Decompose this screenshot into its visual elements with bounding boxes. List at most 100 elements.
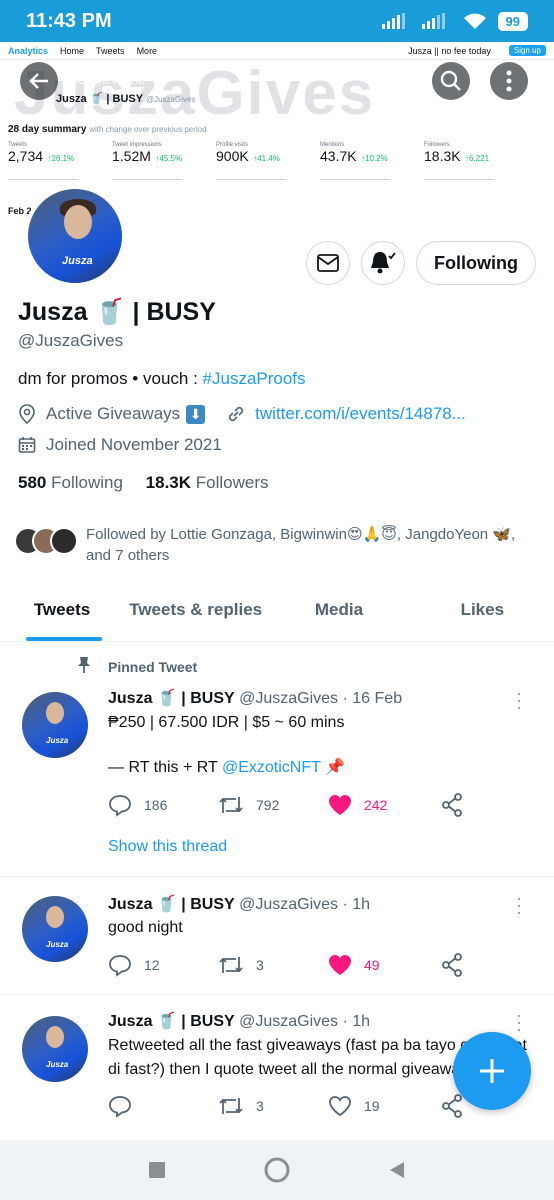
recents-square-icon[interactable] xyxy=(148,1161,166,1179)
tab-likes[interactable]: Likes xyxy=(411,590,554,641)
share-button[interactable] xyxy=(440,953,464,977)
battery-indicator: 99 xyxy=(497,11,528,31)
search-button[interactable] xyxy=(432,62,470,100)
share-button[interactable] xyxy=(440,793,464,817)
analytics-profile: Jusza 🥤 | BUSY @JuszaGives xyxy=(56,92,195,105)
calendar-icon xyxy=(18,436,36,454)
back-arrow-icon xyxy=(29,73,48,89)
reply-button[interactable]: 186 xyxy=(108,793,218,817)
analytics-brand: Analytics xyxy=(8,45,49,56)
message-button[interactable] xyxy=(306,241,350,285)
stat-change: ↑45.5% xyxy=(155,154,183,163)
compose-tweet-button[interactable] xyxy=(453,1032,531,1110)
following-count-link[interactable]: 580 Following xyxy=(18,473,123,492)
tweet-author-handle: @JuszaGives xyxy=(239,1013,339,1030)
stat-sparkline xyxy=(424,170,494,180)
like-button[interactable]: 19 xyxy=(328,1095,440,1117)
stat-sparkline xyxy=(8,170,78,180)
pushpin-emoji: 📌 xyxy=(325,759,345,776)
retweet-count: 792 xyxy=(256,797,280,813)
tweet-text-2: — RT this + RT xyxy=(108,759,222,776)
search-icon xyxy=(440,70,461,91)
tab-tweets[interactable]: Tweets xyxy=(0,590,124,641)
stat-impressions: Tweet impressions 1.52M ↑45.5% xyxy=(112,142,216,180)
tab-tweets-replies[interactable]: Tweets & replies xyxy=(124,590,267,641)
analytics-nav-tweets: Tweets xyxy=(96,45,125,56)
tweet-avatar[interactable]: Jusza xyxy=(22,1016,88,1082)
following-button[interactable]: Following xyxy=(416,241,536,285)
followers-count-link[interactable]: 18.3K Followers xyxy=(146,473,269,492)
bio-hashtag-link[interactable]: #JuszaProofs xyxy=(203,369,306,388)
reply-icon xyxy=(109,955,131,977)
pinned-tweet-label: Pinned Tweet xyxy=(72,656,197,677)
more-options-button[interactable] xyxy=(490,62,528,100)
retweet-button[interactable]: 792 xyxy=(218,794,328,816)
heart-outline-icon xyxy=(329,1096,351,1117)
tweet-separator: · xyxy=(342,896,348,913)
analytics-stats: Tweets 2,734 ↑26.1% Tweet impressions 1.… xyxy=(8,142,528,180)
wifi-icon xyxy=(463,13,486,29)
summary-title-text: 28 day summary xyxy=(8,124,87,135)
followed-by-text[interactable]: Followed by Lottie Gonzaga, Bigwinwin😍🙏😇… xyxy=(86,524,526,566)
tweet-header: Jusza 🥤 | BUSY @JuszaGives · 1h xyxy=(108,1011,370,1031)
followers-label: Followers xyxy=(195,473,269,492)
show-thread-link[interactable]: Show this thread xyxy=(108,838,227,856)
share-icon xyxy=(442,793,462,817)
tweet-more-button[interactable]: · · · xyxy=(516,889,522,921)
tweet-avatar[interactable]: Jusza xyxy=(22,692,88,758)
stat-tweets: Tweets 2,734 ↑26.1% xyxy=(8,142,112,180)
reply-button[interactable] xyxy=(108,1094,218,1118)
back-button[interactable] xyxy=(20,62,58,100)
retweet-button[interactable]: 3 xyxy=(218,1095,328,1117)
summary-title: 28 day summary with change over previous… xyxy=(8,124,207,135)
like-button[interactable]: 49 xyxy=(328,954,440,976)
profile-url-link[interactable]: twitter.com/i/events/14878... xyxy=(255,404,466,424)
like-button[interactable]: 242 xyxy=(328,794,440,816)
tweet-header: Jusza 🥤 | BUSY @JuszaGives · 1h xyxy=(108,894,370,914)
tweet-mention-link[interactable]: @ExzoticNFT xyxy=(222,759,321,776)
profile-avatar[interactable]: Jusza xyxy=(24,185,126,287)
tweet-divider xyxy=(0,876,554,877)
tweet-author-name: Jusza 🥤 | BUSY xyxy=(108,1013,235,1030)
tweet-more-button[interactable]: · · · xyxy=(516,1006,522,1038)
stat-value: 1.52M xyxy=(112,148,151,164)
link-icon xyxy=(227,405,245,423)
avatar-tag: Jusza xyxy=(46,940,69,949)
profile-location: Active Giveaways xyxy=(46,404,181,423)
profile-joined: Joined November 2021 xyxy=(46,435,222,454)
tweet-actions: 12 3 49 xyxy=(108,953,488,977)
avatar-tag: Jusza xyxy=(46,1060,69,1069)
stat-followers: Followers 18.3K ↑6,221 xyxy=(424,142,528,180)
like-count: 19 xyxy=(364,1098,380,1114)
tweet-more-button[interactable]: · · · xyxy=(516,684,522,716)
tweet-author-handle: @JuszaGives xyxy=(239,896,339,913)
bell-check-icon xyxy=(371,252,396,274)
tab-media[interactable]: Media xyxy=(267,590,410,641)
reply-count: 12 xyxy=(144,957,160,973)
profile-tabs: Tweets Tweets & replies Media Likes xyxy=(0,590,554,642)
retweet-button[interactable]: 3 xyxy=(218,954,328,976)
home-circle-icon[interactable] xyxy=(263,1156,291,1184)
tweet-text: ₱250 | 67.500 IDR | $5 ~ 60 mins xyxy=(108,714,345,731)
back-triangle-icon[interactable] xyxy=(388,1160,406,1180)
analytics-account: Jusza || no fee today xyxy=(408,45,491,56)
profile-name: Jusza 🥤 | BUSY xyxy=(18,298,216,326)
location-pin-icon xyxy=(18,404,36,424)
tweet-time: 1h xyxy=(352,896,371,913)
mail-icon xyxy=(317,254,339,272)
notifications-button[interactable] xyxy=(361,241,405,285)
like-count: 242 xyxy=(364,797,388,813)
retweet-count: 3 xyxy=(256,1098,264,1114)
stat-value: 18.3K xyxy=(424,148,461,164)
followers-count: 18.3K xyxy=(145,473,192,492)
reply-button[interactable]: 12 xyxy=(108,953,218,977)
share-icon xyxy=(442,1094,462,1118)
signal-icon xyxy=(381,13,405,29)
avatar-tag: Jusza xyxy=(46,736,69,745)
like-count: 49 xyxy=(364,957,380,973)
tweet-avatar[interactable]: Jusza xyxy=(22,896,88,962)
stat-value: 43.7K xyxy=(320,148,357,164)
summary-note: with change over previous period xyxy=(89,125,207,134)
share-button[interactable] xyxy=(440,1094,464,1118)
analytics-profile-name: Jusza 🥤 | BUSY xyxy=(56,93,143,105)
